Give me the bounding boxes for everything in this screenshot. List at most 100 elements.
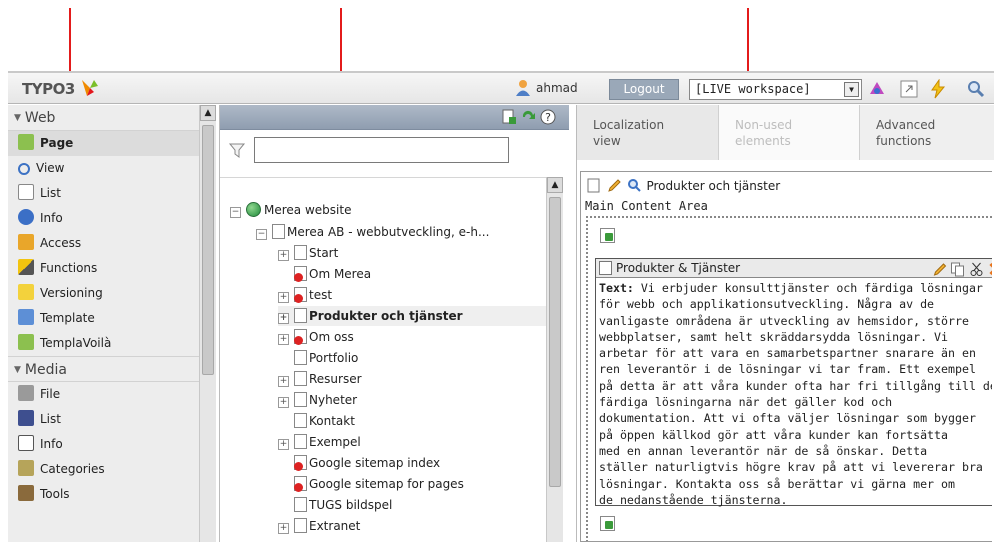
chevron-down-icon[interactable]: ▼	[844, 82, 859, 97]
module-item-page[interactable]: Page	[8, 131, 200, 156]
tree-site[interactable]: − Merea AB - webbutveckling, e-h...	[256, 222, 489, 242]
hidden-page-icon	[294, 329, 307, 345]
tree-page[interactable]: + Extranet	[278, 516, 360, 536]
pencil-icon[interactable]	[607, 178, 621, 193]
tree-page-label: test	[309, 288, 333, 302]
module-item-label: List	[40, 186, 61, 200]
workspace-select[interactable]: [LIVE workspace] ▼	[689, 79, 862, 100]
info-icon	[18, 209, 34, 225]
tree-page[interactable]: Google sitemap for pages	[294, 474, 464, 494]
tree-page[interactable]: + Om oss	[278, 327, 354, 347]
module-group-label: Web	[24, 110, 56, 126]
module-item-label: Categories	[40, 462, 105, 476]
collapse-triangle-icon: ▼	[14, 365, 21, 375]
expand-icon[interactable]: +	[278, 376, 289, 387]
tree-page[interactable]: + test	[278, 285, 332, 305]
module-item-functions[interactable]: Functions	[8, 256, 200, 281]
filter-icon	[228, 143, 246, 158]
new-content-icon[interactable]	[600, 516, 615, 531]
page-icon	[294, 434, 307, 449]
collapse-icon[interactable]: −	[256, 229, 267, 240]
delete-icon[interactable]	[988, 262, 992, 277]
help-icon[interactable]: ?	[540, 109, 556, 125]
module-item-info[interactable]: Info	[8, 206, 200, 231]
tree-page-selected[interactable]: + Produkter och tjänster	[278, 306, 546, 326]
tab-non-used-elements[interactable]: Non-used elements	[719, 105, 860, 160]
module-item-categories[interactable]: Categories	[8, 457, 200, 482]
page-icon	[294, 392, 307, 407]
clear-cache-icon[interactable]	[928, 79, 948, 99]
module-item-view[interactable]: View	[8, 156, 200, 181]
tree-page[interactable]: TUGS bildspel	[294, 495, 392, 515]
expand-icon[interactable]: +	[278, 313, 289, 324]
expand-icon[interactable]: +	[278, 292, 289, 303]
module-item-label: Info	[40, 211, 63, 225]
expand-icon[interactable]: +	[278, 439, 289, 450]
module-item-access[interactable]: Access	[8, 231, 200, 256]
search-icon[interactable]	[966, 79, 986, 99]
tree-root[interactable]: − Merea website	[230, 200, 351, 220]
content-area-label: Main Content Area	[585, 199, 708, 213]
scroll-up-arrow-icon[interactable]: ▲	[200, 105, 216, 121]
magnifier-icon	[18, 163, 30, 175]
tree-page[interactable]: Om Merea	[294, 264, 371, 284]
cut-icon[interactable]	[969, 262, 984, 277]
module-group-media[interactable]: ▼ Media	[8, 356, 200, 382]
body-text-line: färdiga lösningarna när det gäller kod o…	[599, 395, 893, 410]
module-item-tools[interactable]: Tools	[8, 482, 200, 507]
tree-page[interactable]: + Start	[278, 243, 338, 263]
refresh-icon[interactable]	[520, 109, 536, 125]
open-window-icon[interactable]	[899, 79, 919, 99]
expand-icon[interactable]: +	[278, 523, 289, 534]
module-item-label: TemplaVoilà	[40, 336, 112, 350]
tree-page-label: Nyheter	[309, 393, 358, 407]
module-menu: ▼ Web Page View List Info Access Function…	[8, 105, 201, 542]
user-icon	[516, 80, 530, 96]
tree-page[interactable]: Google sitemap index	[294, 453, 440, 473]
new-page-icon[interactable]	[501, 109, 517, 125]
scrollbar-thumb[interactable]	[549, 197, 561, 487]
module-item-media-list[interactable]: List	[8, 407, 200, 432]
scrollbar-thumb[interactable]	[202, 125, 214, 375]
tree-page[interactable]: + Resurser	[278, 369, 362, 389]
new-content-icon[interactable]	[600, 228, 615, 243]
tree-page[interactable]: Kontakt	[294, 411, 355, 431]
tab-advanced-functions[interactable]: Advanced functions	[860, 105, 994, 160]
module-menu-scrollbar[interactable]: ▲	[199, 105, 216, 542]
hidden-page-icon	[294, 455, 307, 471]
workspace-value: [LIVE workspace]	[695, 82, 811, 96]
expand-icon[interactable]: +	[278, 334, 289, 345]
module-item-file[interactable]: File	[8, 382, 200, 407]
tree-page[interactable]: + Exempel	[278, 432, 361, 452]
module-item-list[interactable]: List	[8, 181, 200, 206]
module-item-templavoila[interactable]: TemplaVoilà	[8, 331, 200, 356]
tab-localization-view[interactable]: Localization view	[577, 105, 719, 160]
module-item-media-info[interactable]: Info	[8, 432, 200, 457]
tree-page[interactable]: Portfolio	[294, 348, 358, 368]
module-item-label: List	[40, 412, 61, 426]
tree-page-label: Produkter och tjänster	[309, 309, 463, 323]
scroll-up-arrow-icon[interactable]: ▲	[547, 177, 563, 193]
body-text-line: webbplatser, samt helt skräddarsydda lös…	[599, 329, 949, 344]
tree-page[interactable]: + Nyheter	[278, 390, 357, 410]
expand-icon[interactable]: +	[278, 397, 289, 408]
tree-root-label: Merea website	[264, 203, 352, 217]
module-item-template[interactable]: Template	[8, 306, 200, 331]
module-item-label: Versioning	[40, 286, 103, 300]
pencil-icon[interactable]	[932, 262, 947, 277]
workspace-switch-icon[interactable]	[867, 79, 887, 99]
body-text-line: Vi erbjuder konsulttjänster och färdiga …	[633, 281, 983, 295]
collapse-icon[interactable]: −	[230, 207, 241, 218]
module-item-versioning[interactable]: Versioning	[8, 281, 200, 306]
page-tree-scrollbar[interactable]: ▲	[546, 177, 563, 542]
magnifier-icon[interactable]	[627, 178, 641, 193]
copy-icon[interactable]	[950, 262, 965, 277]
page-module-icon	[18, 134, 34, 150]
text-field-label: Text:	[599, 281, 634, 295]
logout-button[interactable]: Logout	[609, 79, 679, 100]
tree-filter-input[interactable]	[254, 137, 509, 163]
body-text-line: ställer naturligtvis högre krav på att v…	[599, 460, 983, 475]
expand-icon[interactable]: +	[278, 250, 289, 261]
module-group-web[interactable]: ▼ Web	[8, 105, 200, 131]
tree-page-label: Google sitemap for pages	[309, 477, 464, 491]
